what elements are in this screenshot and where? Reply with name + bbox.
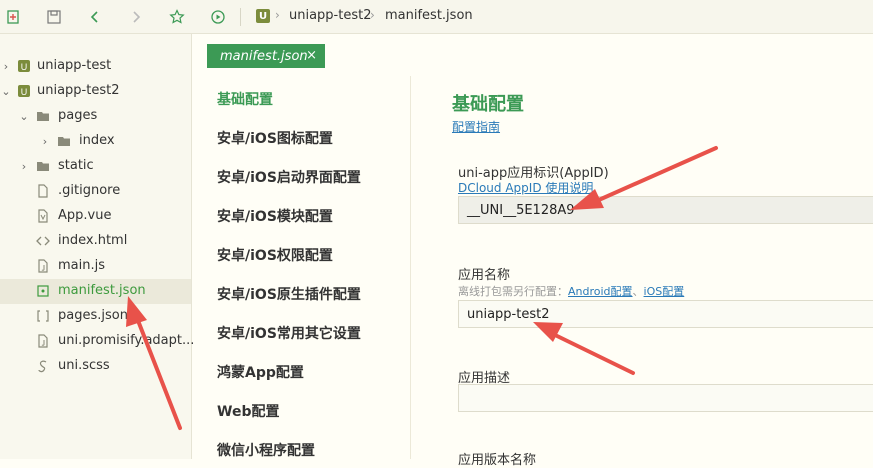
chevron-right-icon: › xyxy=(370,8,375,22)
scss-file-icon xyxy=(36,359,50,373)
nav-item-app-icon[interactable]: 安卓/iOS图标配置 xyxy=(217,128,333,148)
appname-value: uniapp-test2 xyxy=(467,306,550,322)
tree-item-label: pages xyxy=(58,108,98,123)
tree-item-uni-promisify[interactable]: uni.promisify.adapt... xyxy=(0,329,195,354)
chevron-right-icon[interactable]: › xyxy=(18,160,30,173)
breadcrumb-file[interactable]: manifest.json xyxy=(385,8,473,23)
html-file-icon xyxy=(36,234,50,248)
svg-text:U: U xyxy=(21,87,28,97)
run-icon[interactable] xyxy=(207,6,229,28)
config-guide-link[interactable]: 配置指南 xyxy=(452,118,500,135)
breadcrumb-project[interactable]: uniapp-test2 xyxy=(289,8,372,23)
tab-manifest-json[interactable]: manifest.json × xyxy=(207,44,325,68)
tree-item-pages-json[interactable]: pages.json xyxy=(0,304,191,329)
tree-item-label: App.vue xyxy=(58,208,112,223)
chevron-down-icon[interactable]: ⌄ xyxy=(0,85,12,98)
tree-item-static[interactable]: › static xyxy=(0,154,191,179)
tree-item-label: uniapp-test2 xyxy=(37,83,120,98)
ios-config-link[interactable]: iOS配置 xyxy=(644,285,685,298)
file-icon xyxy=(36,184,50,198)
hint-separator: 、 xyxy=(632,285,644,298)
nav-item-other-settings[interactable]: 安卓/iOS常用其它设置 xyxy=(217,323,361,343)
nav-item-web[interactable]: Web配置 xyxy=(217,401,279,421)
vue-file-icon xyxy=(36,209,50,223)
tree-item-uniapp-test[interactable]: › U uniapp-test xyxy=(0,54,191,79)
tree-item-pages[interactable]: ⌄ pages xyxy=(0,104,191,129)
hint-text: 离线打包需另行配置： xyxy=(458,285,568,298)
toolbar-divider xyxy=(240,8,241,26)
chevron-down-icon[interactable]: ⌄ xyxy=(18,110,30,123)
json-file-icon xyxy=(36,309,50,323)
json-file-icon xyxy=(36,284,50,298)
chevron-right-icon: › xyxy=(275,8,280,22)
config-content: 基础配置 配置指南 uni-app应用标识(AppID) DCloud AppI… xyxy=(411,76,873,468)
file-tree: › U uniapp-test ⌄ U uniapp-test2 ⌄ pages… xyxy=(0,34,195,459)
back-icon[interactable] xyxy=(84,6,106,28)
nav-item-permissions[interactable]: 安卓/iOS权限配置 xyxy=(217,245,333,265)
project-icon: U xyxy=(17,59,31,73)
js-file-icon xyxy=(36,334,50,348)
folder-icon xyxy=(36,159,50,173)
tree-item-index-html[interactable]: index.html xyxy=(0,229,191,254)
tree-item-gitignore[interactable]: .gitignore xyxy=(0,179,191,204)
appid-field[interactable]: __UNI__5E128A9 xyxy=(458,196,873,224)
project-icon: U xyxy=(17,84,31,98)
folder-icon xyxy=(57,134,71,148)
chevron-right-icon[interactable]: › xyxy=(0,60,12,73)
js-file-icon xyxy=(36,259,50,273)
close-icon[interactable]: × xyxy=(306,48,317,63)
tree-item-label: index xyxy=(79,133,115,148)
tree-item-label: main.js xyxy=(58,258,105,273)
tree-item-main-js[interactable]: main.js xyxy=(0,254,191,279)
android-config-link[interactable]: Android配置 xyxy=(568,285,633,298)
tree-item-label: uniapp-test xyxy=(37,58,112,73)
star-icon[interactable] xyxy=(166,6,188,28)
section-title: 基础配置 xyxy=(452,94,524,115)
appname-hint: 离线打包需另行配置：Android配置、iOS配置 xyxy=(458,283,684,299)
svg-text:U: U xyxy=(21,62,28,72)
tree-item-label: pages.json xyxy=(58,308,128,323)
nav-item-modules[interactable]: 安卓/iOS模块配置 xyxy=(217,206,333,226)
nav-item-splash[interactable]: 安卓/iOS启动界面配置 xyxy=(217,167,361,187)
chevron-right-icon[interactable]: › xyxy=(39,135,51,148)
tree-item-label: uni.promisify.adapt... xyxy=(58,333,195,348)
tab-label: manifest.json xyxy=(220,48,308,64)
tree-item-app-vue[interactable]: App.vue xyxy=(0,204,191,229)
tree-item-manifest-json[interactable]: manifest.json xyxy=(0,279,191,304)
project-logo-icon: U xyxy=(256,9,270,23)
desc-field[interactable] xyxy=(458,384,873,412)
new-file-icon[interactable] xyxy=(2,6,24,28)
config-nav: 基础配置 安卓/iOS图标配置 安卓/iOS启动界面配置 安卓/iOS模块配置 … xyxy=(192,76,411,459)
nav-item-basic[interactable]: 基础配置 xyxy=(217,89,273,109)
nav-item-weixin[interactable]: 微信小程序配置 xyxy=(217,440,315,460)
tree-item-uni-scss[interactable]: uni.scss xyxy=(0,354,191,379)
appid-help-link[interactable]: DCloud AppID 使用说明 xyxy=(458,179,593,196)
tree-item-label: uni.scss xyxy=(58,358,110,373)
forward-icon[interactable] xyxy=(125,6,147,28)
appid-value: __UNI__5E128A9 xyxy=(467,202,575,218)
tree-item-uniapp-test2[interactable]: ⌄ U uniapp-test2 xyxy=(0,79,191,104)
folder-open-icon xyxy=(36,109,50,123)
appname-label: 应用名称 xyxy=(458,268,511,283)
nav-item-harmony[interactable]: 鸿蒙App配置 xyxy=(217,362,304,382)
toolbar: U › uniapp-test2 › manifest.json xyxy=(0,0,873,34)
tree-item-label: static xyxy=(58,158,94,173)
tree-item-label: manifest.json xyxy=(58,283,146,298)
save-icon[interactable] xyxy=(43,6,65,28)
tree-item-label: .gitignore xyxy=(58,183,121,198)
appname-field[interactable]: uniapp-test2 xyxy=(458,300,873,328)
tree-item-index[interactable]: › index xyxy=(0,129,191,154)
tree-item-label: index.html xyxy=(58,233,128,248)
nav-item-native-plugins[interactable]: 安卓/iOS原生插件配置 xyxy=(217,284,361,304)
